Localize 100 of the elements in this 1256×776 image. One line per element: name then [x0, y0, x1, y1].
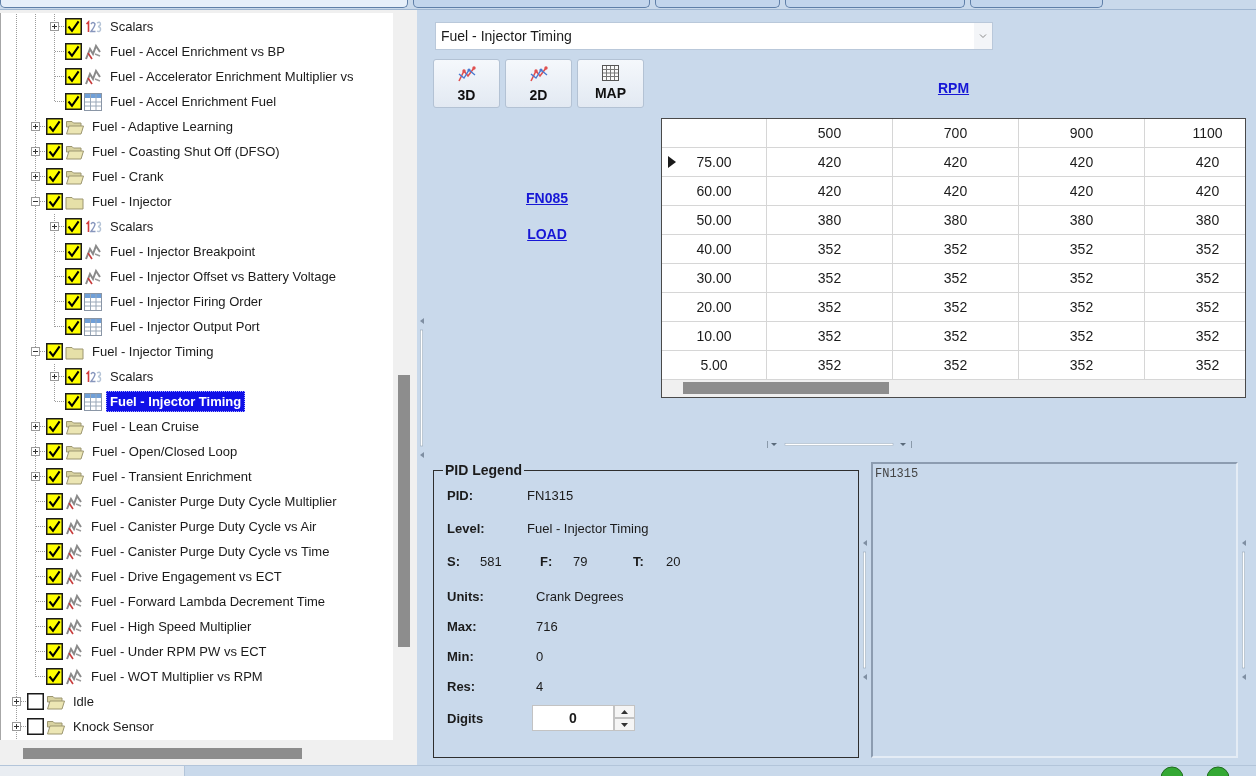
tree-item[interactable]: Fuel - Under RPM PW vs ECT: [87, 641, 271, 662]
expand-icon[interactable]: [31, 147, 40, 156]
view-button[interactable]: MAP: [577, 59, 644, 108]
expand-icon[interactable]: [12, 722, 21, 731]
tree-item[interactable]: Fuel - Injector: [88, 191, 176, 212]
checkbox[interactable]: [46, 418, 63, 435]
splitter-grip[interactable]: [1241, 540, 1246, 680]
tree-item[interactable]: Fuel - Injector Firing Order: [106, 291, 267, 312]
row-header[interactable]: 20.00: [662, 293, 767, 322]
digits-field[interactable]: 0: [532, 705, 614, 731]
expand-icon[interactable]: [50, 222, 59, 231]
row-header[interactable]: 10.00: [662, 322, 767, 351]
checkbox[interactable]: [65, 318, 82, 335]
tree-item[interactable]: Fuel - Injector Output Port: [106, 316, 264, 337]
table-cell[interactable]: 420: [767, 148, 893, 177]
collapse-icon[interactable]: [31, 347, 40, 356]
table-cell[interactable]: 352: [767, 235, 893, 264]
expand-icon[interactable]: [12, 697, 21, 706]
checkbox[interactable]: [46, 593, 63, 610]
tree-item[interactable]: Fuel - WOT Multiplier vs RPM: [87, 666, 267, 687]
checkbox[interactable]: [46, 343, 63, 360]
tab[interactable]: [970, 0, 1103, 8]
checkbox[interactable]: [65, 218, 82, 235]
tree-item[interactable]: Fuel - Lean Cruise: [88, 416, 203, 437]
table-cell[interactable]: 420: [893, 148, 1019, 177]
tab[interactable]: [785, 0, 965, 8]
table-cell[interactable]: 352: [1019, 351, 1145, 380]
axis-link[interactable]: LOAD: [527, 225, 567, 243]
axis-link[interactable]: RPM: [937, 79, 970, 97]
tree-item[interactable]: Fuel - Accelerator Enrichment Multiplier vs: [106, 66, 358, 87]
table-cell[interactable]: 380: [767, 206, 893, 235]
checkbox[interactable]: [46, 168, 63, 185]
tree-item[interactable]: Fuel - Injector Offset vs Battery Voltage: [106, 266, 340, 287]
table-cell[interactable]: 352: [893, 351, 1019, 380]
table-cell[interactable]: 352: [893, 264, 1019, 293]
row-header[interactable]: 30.00: [662, 264, 767, 293]
table-cell[interactable]: 352: [767, 293, 893, 322]
tree-item[interactable]: Fuel - Drive Engagement vs ECT: [87, 566, 286, 587]
tree-item[interactable]: Fuel - Accel Enrichment Fuel: [106, 91, 281, 112]
tree-item[interactable]: Idle: [69, 691, 98, 712]
tree-item[interactable]: Fuel - Open/Closed Loop: [88, 441, 242, 462]
table-cell[interactable]: 352: [1019, 322, 1145, 351]
column-header[interactable]: 900: [1019, 119, 1145, 148]
tree-item[interactable]: Fuel - Injector Timing: [106, 391, 246, 412]
table-cell[interactable]: 380: [893, 206, 1019, 235]
checkbox[interactable]: [65, 243, 82, 260]
tab[interactable]: [655, 0, 780, 8]
table-cell[interactable]: 352: [767, 322, 893, 351]
checkbox[interactable]: [46, 518, 63, 535]
table-cell[interactable]: 352: [1019, 235, 1145, 264]
column-header[interactable]: 500: [767, 119, 893, 148]
table-cell[interactable]: 380: [1019, 206, 1145, 235]
expand-icon[interactable]: [31, 472, 40, 481]
table-cell[interactable]: 420: [893, 177, 1019, 206]
splitter-grip[interactable]: [862, 540, 867, 680]
row-header[interactable]: 50.00: [662, 206, 767, 235]
table-cell[interactable]: 420: [1019, 177, 1145, 206]
checkbox[interactable]: [46, 668, 63, 685]
tree-item[interactable]: Fuel - Injector Timing: [88, 341, 218, 362]
table-cell[interactable]: 420: [767, 177, 893, 206]
table-cell[interactable]: 352: [767, 351, 893, 380]
tree-item[interactable]: Scalars: [106, 216, 158, 237]
expand-icon[interactable]: [50, 22, 59, 31]
checkbox[interactable]: [65, 368, 82, 385]
view-button[interactable]: 3D: [433, 59, 500, 108]
checkbox[interactable]: [65, 268, 82, 285]
scrollbar-thumb[interactable]: [398, 375, 410, 647]
scrollbar-thumb[interactable]: [683, 382, 889, 394]
table-cell[interactable]: 420: [1019, 148, 1145, 177]
tab[interactable]: [0, 0, 408, 8]
tree-item[interactable]: Fuel - Adaptive Learning: [88, 116, 237, 137]
splitter-grip[interactable]: [418, 318, 424, 458]
checkbox[interactable]: [65, 393, 82, 410]
tree-item[interactable]: Scalars: [106, 16, 158, 37]
table-cell[interactable]: 352: [1019, 264, 1145, 293]
tree-item[interactable]: Fuel - Injector Breakpoint: [106, 241, 260, 262]
checkbox[interactable]: [65, 43, 82, 60]
expand-icon[interactable]: [31, 122, 40, 131]
tab[interactable]: [413, 0, 650, 8]
table-cell[interactable]: 352: [893, 293, 1019, 322]
table-cell[interactable]: 352: [1019, 293, 1145, 322]
tree-item[interactable]: Fuel - Forward Lambda Decrement Time: [87, 591, 330, 612]
checkbox[interactable]: [65, 293, 82, 310]
checkbox[interactable]: [46, 543, 63, 560]
row-header[interactable]: 60.00: [662, 177, 767, 206]
checkbox[interactable]: [46, 193, 63, 210]
scrollbar-thumb[interactable]: [23, 748, 302, 759]
tree-item[interactable]: Fuel - Canister Purge Duty Cycle Multiplier: [87, 491, 341, 512]
row-header[interactable]: 5.00: [662, 351, 767, 380]
row-header[interactable]: 40.00: [662, 235, 767, 264]
checkbox[interactable]: [46, 443, 63, 460]
checkbox[interactable]: [46, 618, 63, 635]
checkbox[interactable]: [46, 493, 63, 510]
checkbox[interactable]: [65, 68, 82, 85]
tree-item[interactable]: Fuel - Coasting Shut Off (DFSO): [88, 141, 284, 162]
checkbox[interactable]: [27, 718, 44, 735]
view-button[interactable]: 2D: [505, 59, 572, 108]
collapse-icon[interactable]: [31, 197, 40, 206]
spin-down-button[interactable]: [614, 718, 635, 731]
checkbox[interactable]: [46, 143, 63, 160]
